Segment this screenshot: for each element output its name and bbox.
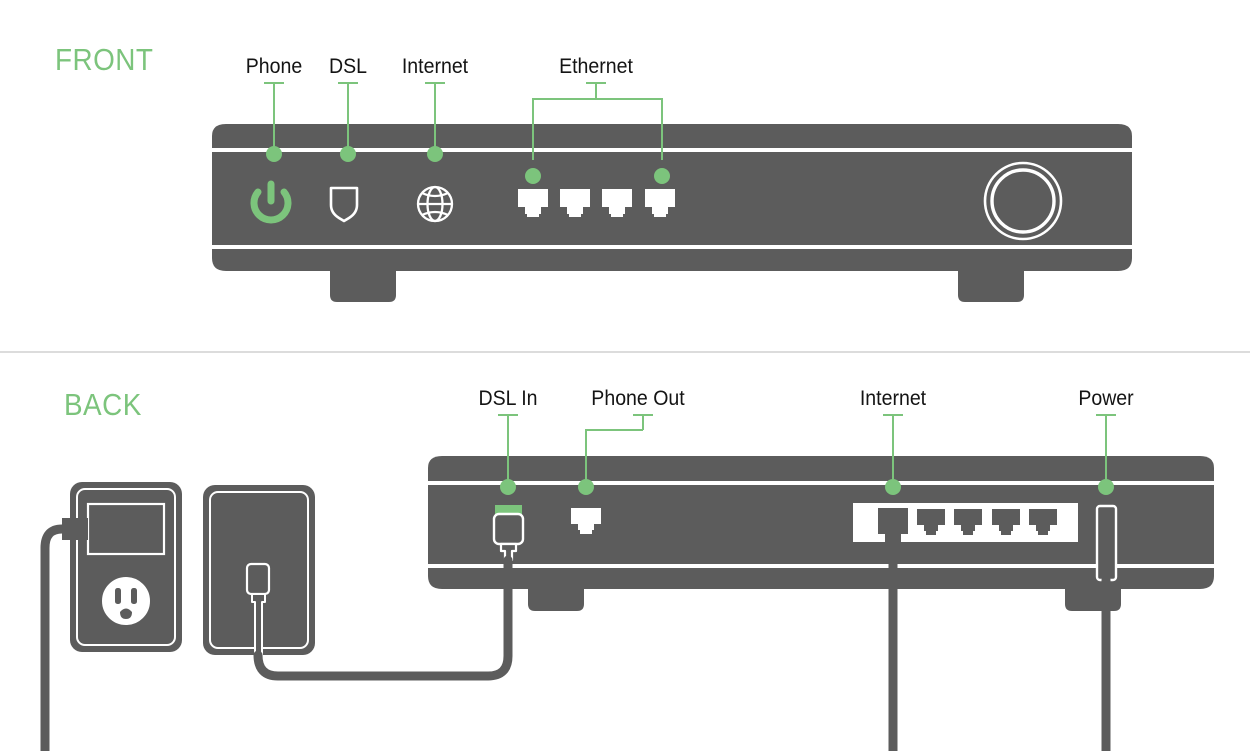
indicator-dot-internet (427, 146, 443, 162)
internet-port-1-plug (878, 508, 908, 534)
front-device-top-bevel (212, 124, 1132, 148)
front-device-foot-right (958, 271, 1024, 302)
callout-label-phone: Phone (245, 55, 303, 78)
back-device-top-bevel (428, 456, 1214, 481)
power-connector-body (1095, 504, 1118, 582)
indicator-dot-dsl-in (500, 479, 516, 495)
front-device-foot-left (330, 271, 396, 302)
power-port[interactable] (1095, 504, 1118, 582)
indicator-dot-dsl (340, 146, 356, 162)
back-device (428, 456, 1214, 611)
front-callout-leaders (264, 82, 663, 160)
outlet-socket (100, 575, 152, 627)
indicator-dot-power (1098, 479, 1114, 495)
back-device-foot-right (1065, 589, 1121, 611)
wall-outlet (62, 482, 182, 652)
indicator-dot-phone-out (578, 479, 594, 495)
indicator-dot-ethernet-1 (525, 168, 541, 184)
callout-label-power: Power (1078, 387, 1134, 410)
callout-label-phone-out: Phone Out (591, 387, 685, 410)
phone-jack-socket (245, 562, 271, 596)
back-device-foot-left (528, 589, 584, 611)
callout-label-internet: Internet (401, 55, 469, 78)
indicator-dot-internet (885, 479, 901, 495)
phone-wall-jack (203, 485, 315, 656)
callout-label-ethernet: Ethernet (559, 55, 633, 78)
indicator-dot-ethernet-4 (654, 168, 670, 184)
router-diagram-svg (40, 82, 1214, 751)
callout-label-dsl: DSL (329, 55, 367, 78)
section-divider (0, 351, 1250, 353)
back-section-title: BACK (64, 387, 142, 422)
indicator-dot-phone (266, 146, 282, 162)
power-cord-from-outlet (40, 524, 67, 751)
callout-label-internet-back: Internet (859, 387, 927, 410)
callout-label-dsl-in: DSL In (478, 387, 538, 410)
dsl-connector-body (492, 512, 525, 546)
diagram-canvas: FRONT BACK Phone DSL Internet Ethernet D… (0, 0, 1250, 751)
outlet-plug-body (86, 502, 166, 556)
front-section-title: FRONT (55, 42, 154, 77)
front-device-bottom-bevel (212, 249, 1132, 271)
